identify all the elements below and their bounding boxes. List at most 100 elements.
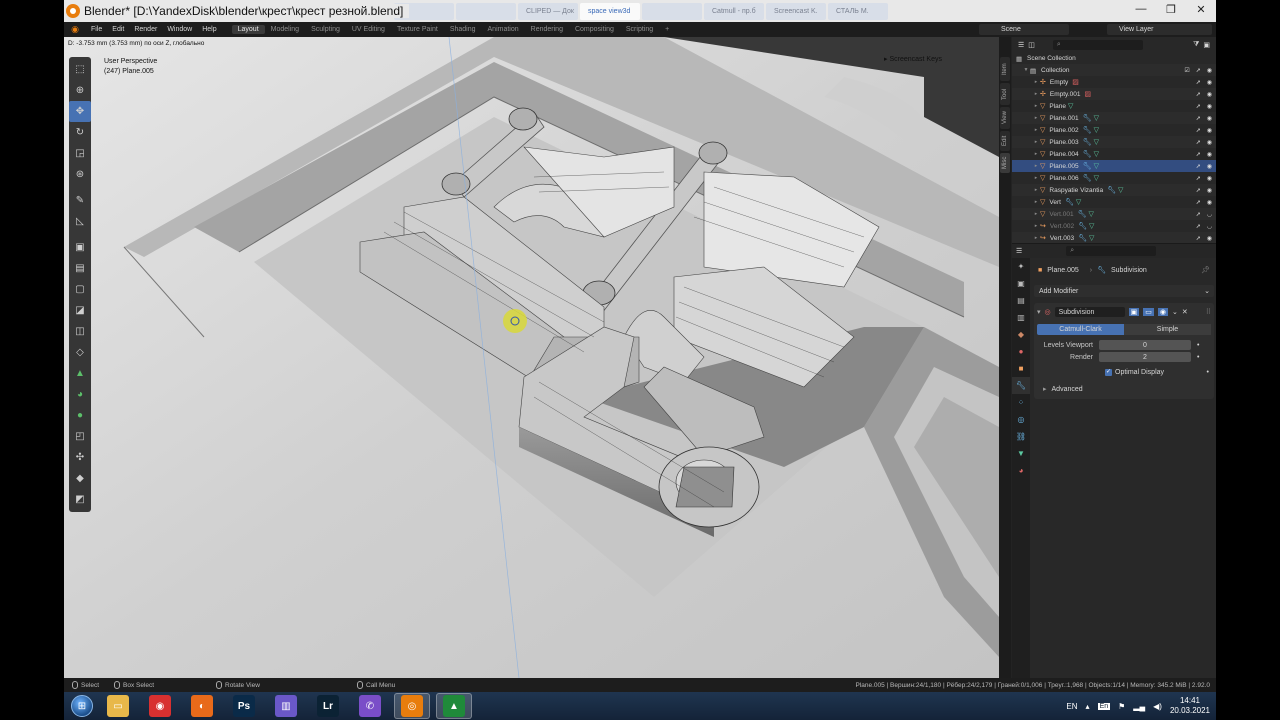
bg-tab[interactable] (642, 3, 702, 20)
select-arrow-icon[interactable]: ➚ (1196, 103, 1201, 110)
keyframe-dot-icon[interactable]: • (1207, 369, 1209, 376)
expand-icon[interactable]: ▸ (1032, 187, 1040, 193)
workspace-tab-compositing[interactable]: Compositing (569, 25, 620, 34)
rip-region-icon[interactable]: ◩ (69, 489, 91, 510)
expand-icon[interactable]: ▸ (1032, 139, 1040, 145)
editor-type-icon[interactable]: ☰ (1016, 247, 1022, 255)
object-tab-icon[interactable]: ■ (1012, 360, 1030, 377)
outliner-item[interactable]: ▸ ▽ Plane.001 🔧︎ ▽ ➚ ◉ (1012, 112, 1216, 124)
expand-icon[interactable]: ▸ (1032, 235, 1040, 241)
view-layer-tab-icon[interactable]: ▥ (1012, 309, 1030, 326)
modifier-tab-icon[interactable]: 🔧︎ (1012, 377, 1030, 394)
outliner-item[interactable]: ▸ ▽ Plane.004 🔧︎ ▽ ➚ ◉ (1012, 148, 1216, 160)
select-arrow-icon[interactable]: ➚ (1196, 151, 1201, 158)
expand-icon[interactable]: ▸ (1032, 223, 1040, 229)
workspace-tab-rendering[interactable]: Rendering (525, 25, 569, 34)
drag-handle-icon[interactable]: ⠿ (1206, 308, 1211, 316)
eye-closed-icon[interactable]: ◡ (1207, 223, 1212, 230)
taskbar-app-blender[interactable]: ◎ (394, 693, 430, 719)
maximize-button[interactable]: ❐ (1156, 0, 1186, 18)
expand-icon[interactable]: ▸ (1032, 175, 1040, 181)
select-box-icon[interactable]: ⬚ (69, 59, 91, 80)
outliner-item[interactable]: ▸ ✢ Empty ▨ ➚ ◉ (1012, 76, 1216, 88)
smooth-icon[interactable]: ● (69, 405, 91, 426)
properties-search-input[interactable]: ⌕ (1066, 246, 1157, 256)
menu-window[interactable]: Window (162, 26, 197, 33)
select-arrow-icon[interactable]: ➚ (1196, 223, 1201, 230)
eye-icon[interactable]: ◉ (1207, 115, 1212, 122)
optimal-display-row[interactable]: ✓ Optimal Display • (1037, 366, 1211, 378)
add-workspace-button[interactable]: + (659, 25, 675, 34)
keyframe-dot-icon[interactable]: • (1197, 354, 1199, 361)
shrink-fatten-icon[interactable]: ✣ (69, 447, 91, 468)
bg-tab[interactable]: Catmull - пр.б (704, 3, 764, 20)
eye-icon[interactable]: ◉ (1207, 91, 1212, 98)
data-tab-icon[interactable]: ▼ (1012, 445, 1030, 462)
select-arrow-icon[interactable]: ➚ (1196, 91, 1201, 98)
select-arrow-icon[interactable]: ➚ (1196, 139, 1201, 146)
extrude-icon[interactable]: ▤ (69, 258, 91, 279)
eye-icon[interactable]: ◉ (1207, 235, 1212, 242)
workspace-tab-sculpting[interactable]: Sculpting (305, 25, 346, 34)
move-icon[interactable]: ✥ (69, 101, 91, 122)
clock[interactable]: 14:41 20.03.2021 (1170, 696, 1210, 716)
taskbar-app-screenshot-tool[interactable]: ◉ (142, 693, 178, 719)
filter-icon[interactable]: ⧩ (1193, 41, 1199, 49)
outliner-item[interactable]: ▸ ▽ Plane.006 🔧︎ ▽ ➚ ◉ (1012, 172, 1216, 184)
physics-tab-icon[interactable]: ◎ (1012, 411, 1030, 428)
volume-icon[interactable]: ◀) (1153, 702, 1162, 711)
select-arrow-icon[interactable]: ➚ (1196, 235, 1201, 242)
select-arrow-icon[interactable]: ➚ (1196, 127, 1201, 134)
expand-icon[interactable]: ▸ (1032, 199, 1040, 205)
bg-tab[interactable]: space view3d (580, 3, 640, 20)
expand-icon[interactable]: ▼ (1022, 67, 1030, 73)
dropdown-icon[interactable]: ⌄ (1172, 308, 1178, 316)
transform-icon[interactable]: ⊛ (69, 164, 91, 185)
spin-icon[interactable]: ◕ (69, 384, 91, 405)
expand-icon[interactable]: ▸ (1032, 115, 1040, 121)
outliner-search-input[interactable]: ⌕ (1052, 39, 1143, 50)
render-tab-icon[interactable]: ▣ (1012, 275, 1030, 292)
eye-icon[interactable]: ◉ (1207, 163, 1212, 170)
eye-icon[interactable]: ◉ (1207, 199, 1212, 206)
menu-help[interactable]: Help (197, 26, 221, 33)
bg-tab[interactable]: СТАЛЬ М. (828, 3, 888, 20)
outliner-item[interactable]: ▸ ▽ Plane.003 🔧︎ ▽ ➚ ◉ (1012, 136, 1216, 148)
knife-icon[interactable]: ◇ (69, 342, 91, 363)
screencast-keys-label[interactable]: ▸ Screencast Keys (884, 55, 942, 63)
close-button[interactable]: ✕ (1186, 0, 1216, 18)
3d-viewport[interactable]: D: -3.753 mm (3.753 mm) по оси Z, глобал… (64, 37, 999, 678)
sidebar-tab-edit[interactable]: Edit (1000, 131, 1010, 151)
taskbar-app-lightroom[interactable]: Lr (310, 693, 346, 719)
view-layer-selector[interactable]: View Layer (1107, 24, 1212, 35)
loop-cut-icon[interactable]: ◫ (69, 321, 91, 342)
select-arrow-icon[interactable]: ➚ (1196, 163, 1201, 170)
expand-icon[interactable]: ▸ (1032, 79, 1040, 85)
menu-edit[interactable]: Edit (107, 26, 129, 33)
constraints-tab-icon[interactable]: ⛓︎ (1012, 428, 1030, 445)
taskbar-app-firefox[interactable]: ◐ (184, 693, 220, 719)
workspace-tab-texture-paint[interactable]: Texture Paint (391, 25, 444, 34)
minimize-button[interactable]: — (1126, 0, 1156, 18)
outliner-item[interactable]: ▸ ▽ Plane.002 🔧︎ ▽ ➚ ◉ (1012, 124, 1216, 136)
eye-icon[interactable]: ◉ (1207, 151, 1212, 158)
expand-icon[interactable]: ▸ (1032, 127, 1040, 133)
workspace-tab-layout[interactable]: Layout (231, 25, 265, 34)
start-button[interactable]: ⊞ (64, 692, 100, 720)
scene-tab-icon[interactable]: ◆ (1012, 326, 1030, 343)
keyframe-dot-icon[interactable]: • (1197, 342, 1199, 349)
collapse-icon[interactable]: ▾ (1037, 308, 1041, 316)
outliner-item[interactable]: ▸ ▽ Plane ▽ ➚ ◉ (1012, 100, 1216, 112)
add-modifier-button[interactable]: Add Modifier ⌄ (1034, 285, 1214, 297)
edge-slide-icon[interactable]: ◰ (69, 426, 91, 447)
expand-icon[interactable]: ▸ (1032, 211, 1040, 217)
bg-tab[interactable] (456, 3, 516, 20)
render-toggle-icon[interactable]: ◉ (1157, 308, 1168, 316)
levels-viewport-field[interactable]: 0 (1099, 340, 1191, 350)
sidebar-tab-view[interactable]: View (1000, 107, 1010, 129)
sidebar-tab-item[interactable]: Item (1000, 57, 1010, 81)
catmull-clark-option[interactable]: Catmull-Clark (1037, 324, 1124, 335)
outliner-item[interactable]: ▸ ▽ Raspyatie Vizantia 🔧︎ ▽ ➚ ◉ (1012, 184, 1216, 196)
expand-icon[interactable]: ▸ (1032, 103, 1040, 109)
workspace-tab-uv-editing[interactable]: UV Editing (346, 25, 391, 34)
